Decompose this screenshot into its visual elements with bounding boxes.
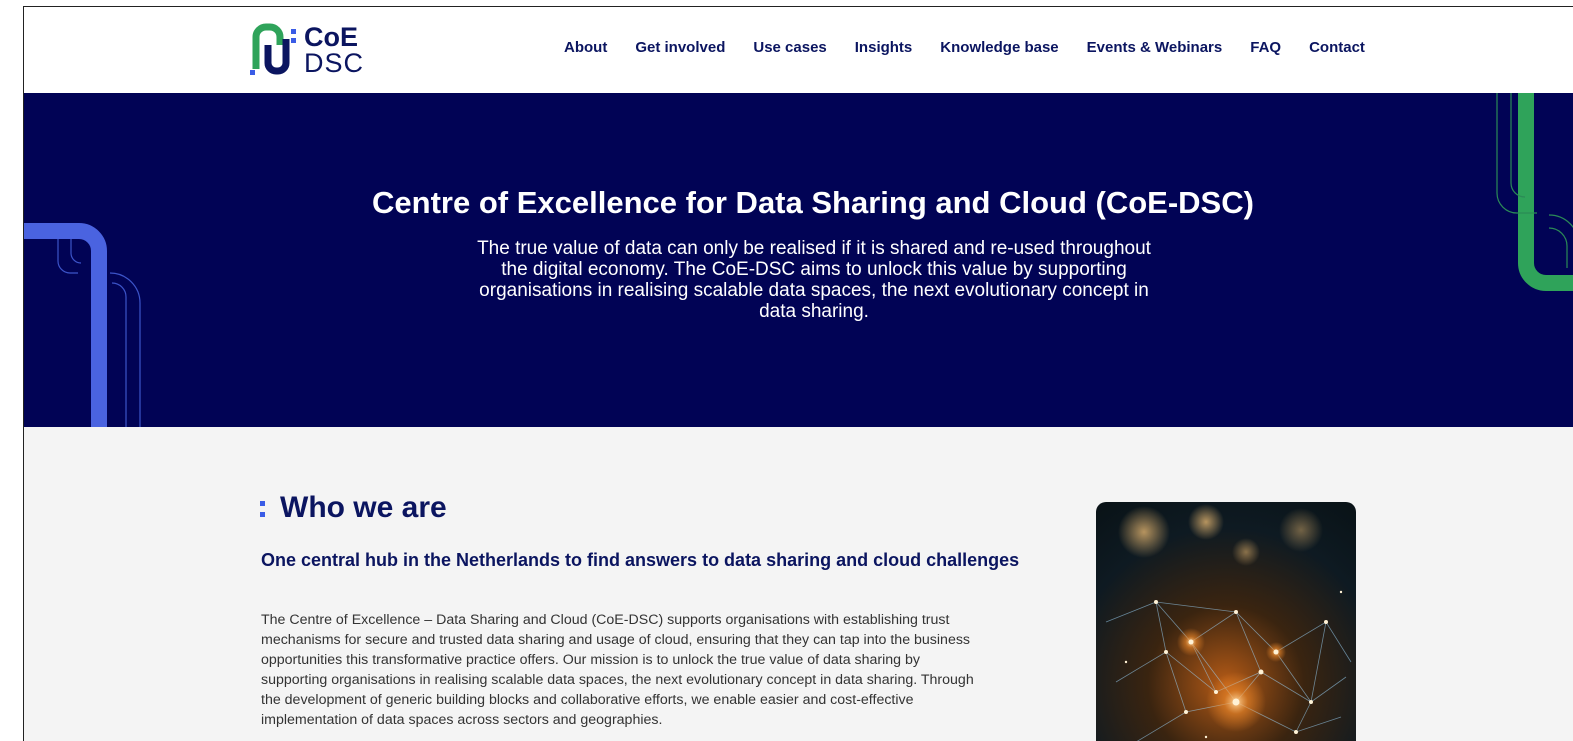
network-illustration-image [1096,502,1356,741]
who-we-are-heading: Who we are [280,491,447,524]
who-we-are-body: The Centre of Excellence – Data Sharing … [261,610,1061,730]
body-line: the development of generic building bloc… [261,692,914,708]
main-nav: About Get involved Use cases Insights Kn… [564,39,1365,56]
nav-contact[interactable]: Contact [1309,39,1365,56]
logo-text-dsc: DSC [304,48,365,78]
left-decorative-lines [24,223,141,427]
hero-title: Centre of Excellence for Data Sharing an… [372,185,1254,220]
nav-about[interactable]: About [564,39,607,56]
logo-text-coe: CoE [304,22,358,52]
who-we-are-subheading: One central hub in the Netherlands to fi… [261,550,1020,570]
nav-knowledge-base[interactable]: Knowledge base [940,39,1058,56]
hero-description: The true value of data can only be reali… [434,238,1194,322]
body-line: supporting organisations in realising sc… [261,672,974,688]
body-line: mechanisms for secure and trusted data s… [261,632,971,648]
nav-faq[interactable]: FAQ [1250,39,1281,56]
heading-dots-icon [260,501,266,519]
body-line: opportunities this transformative practi… [261,652,920,668]
hero-line: organisations in realising scalable data… [479,280,1149,301]
nav-insights[interactable]: Insights [855,39,913,56]
hero-line: data sharing. [759,301,869,322]
hero-banner: Centre of Excellence for Data Sharing an… [24,93,1573,427]
page: CoE DSC About Get involved Use cases Ins… [0,0,1573,741]
hero-line: The true value of data can only be reali… [477,238,1151,259]
nav-get-involved[interactable]: Get involved [635,39,725,56]
who-we-are-section: Who we are One central hub in the Nether… [24,427,1573,741]
coe-dsc-logo-icon [250,23,298,77]
hero-line: the digital economy. The CoE-DSC aims to… [501,259,1127,280]
site-header: CoE DSC About Get involved Use cases Ins… [24,7,1573,93]
body-line: The Centre of Excellence – Data Sharing … [261,612,950,628]
nav-use-cases[interactable]: Use cases [753,39,826,56]
nav-events-webinars[interactable]: Events & Webinars [1087,39,1223,56]
body-line: implementation of data spaces across sec… [261,712,663,728]
site-logo[interactable]: CoE DSC [250,23,364,77]
